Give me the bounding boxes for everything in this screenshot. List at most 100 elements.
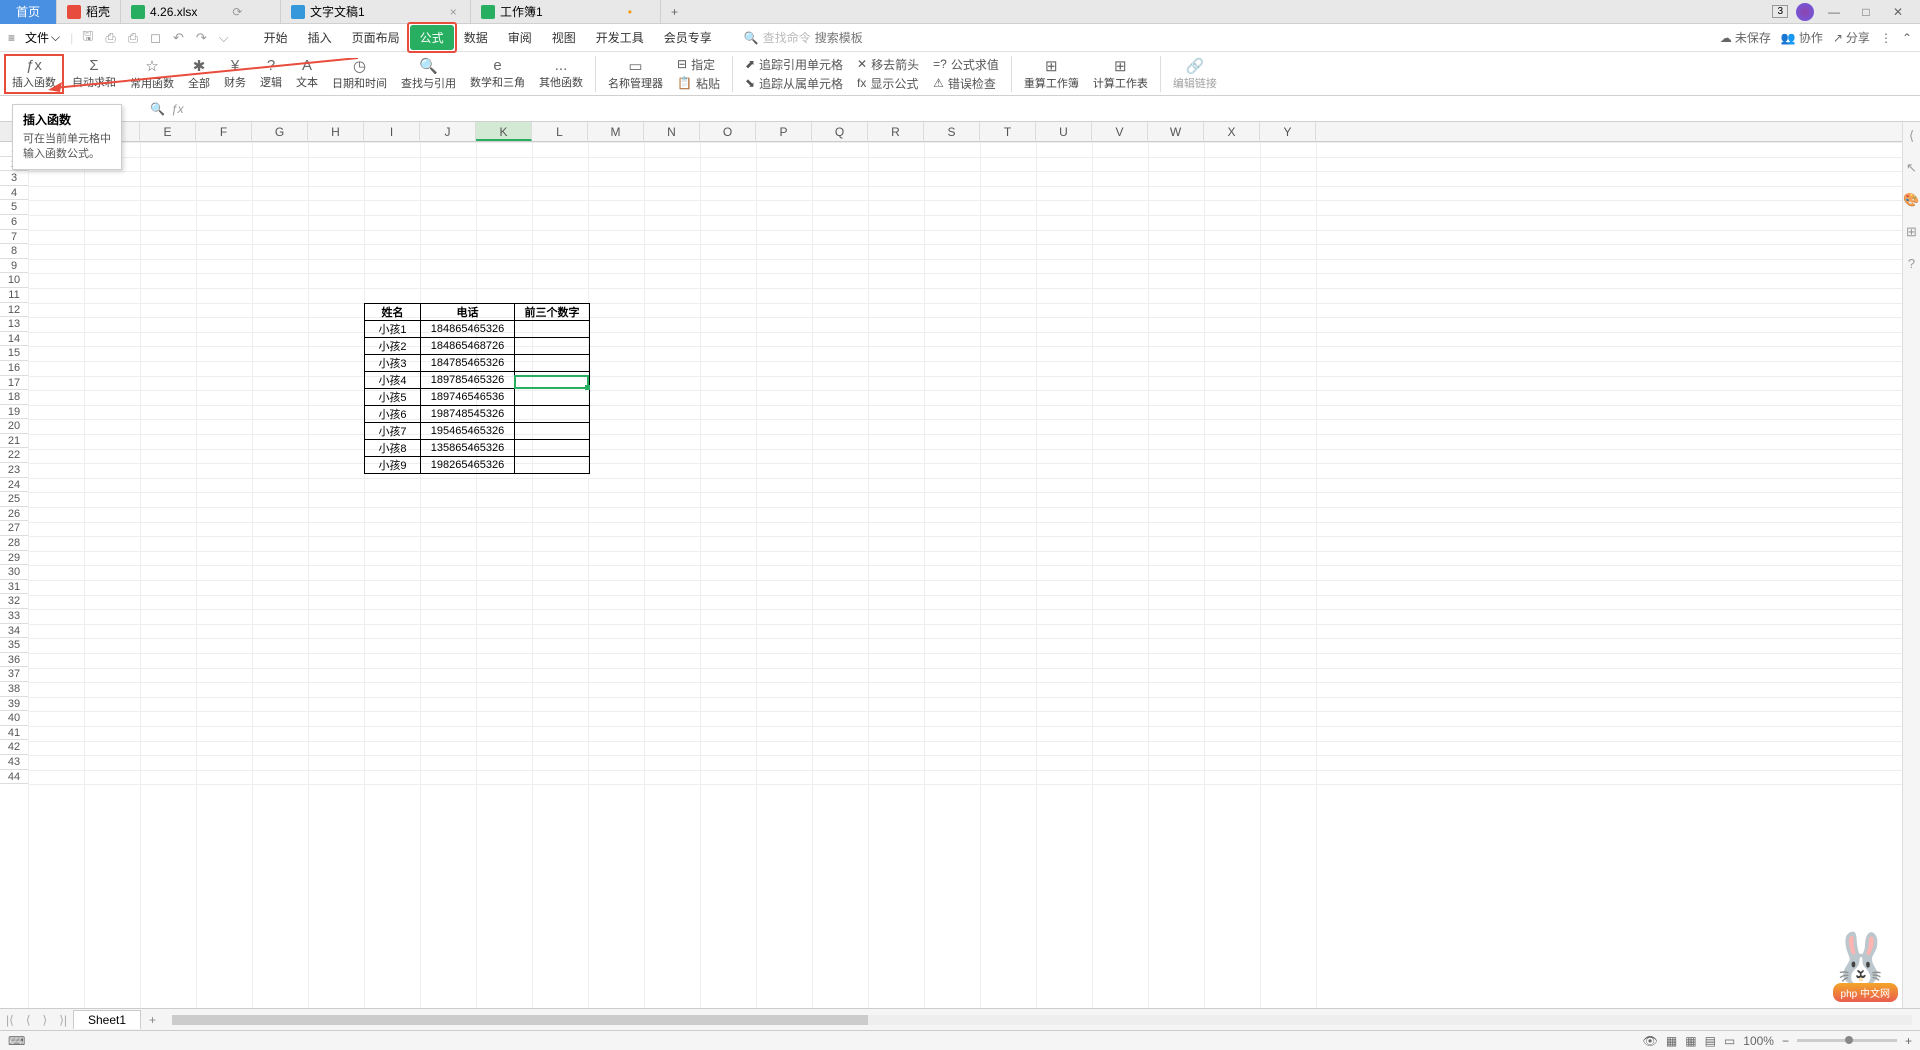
doc-tab-2[interactable]: 文字文稿1× xyxy=(281,0,471,24)
show-formula-button[interactable]: fx显示公式 xyxy=(857,75,919,92)
row-header-38[interactable]: 38 xyxy=(0,682,28,697)
name-manager-button[interactable]: ▭名称管理器 xyxy=(602,54,669,94)
col-header-N[interactable]: N xyxy=(644,122,700,141)
print-icon[interactable]: ⎙ xyxy=(125,30,141,46)
user-avatar[interactable] xyxy=(1796,3,1814,21)
col-header-F[interactable]: F xyxy=(196,122,252,141)
col-header-W[interactable]: W xyxy=(1148,122,1204,141)
table-cell[interactable]: 135865465326 xyxy=(421,439,515,456)
col-header-J[interactable]: J xyxy=(420,122,476,141)
coop-button[interactable]: 👥协作 xyxy=(1781,29,1823,46)
maximize-button[interactable]: □ xyxy=(1854,2,1878,22)
eye-icon[interactable]: 👁 xyxy=(1643,1034,1658,1048)
row-header-5[interactable]: 5 xyxy=(0,200,28,215)
row-header-25[interactable]: 25 xyxy=(0,492,28,507)
sheet-nav-prev[interactable]: ⟨ xyxy=(20,1013,37,1027)
text-fn-button[interactable]: A文本 xyxy=(290,54,324,94)
table-cell[interactable]: 小孩3 xyxy=(365,354,421,371)
table-cell[interactable]: 184785465326 xyxy=(421,354,515,371)
finance-fn-button[interactable]: ¥财务 xyxy=(218,54,252,94)
help-panel-icon[interactable]: ? xyxy=(1908,256,1915,271)
row-header-36[interactable]: 36 xyxy=(0,653,28,668)
sheet-nav-next[interactable]: ⟩ xyxy=(37,1013,54,1027)
paste-name-button[interactable]: 📋粘贴 xyxy=(677,75,720,92)
table-cell[interactable] xyxy=(515,439,590,456)
table-cell[interactable]: 小孩6 xyxy=(365,405,421,422)
row-header-14[interactable]: 14 xyxy=(0,332,28,347)
col-header-P[interactable]: P xyxy=(756,122,812,141)
formula-eval-button[interactable]: =?公式求值 xyxy=(933,56,999,73)
row-header-30[interactable]: 30 xyxy=(0,565,28,580)
recalc-button[interactable]: ⊞重算工作簿 xyxy=(1018,54,1085,94)
notification-badge[interactable]: 3 xyxy=(1772,5,1788,18)
table-cell[interactable] xyxy=(515,371,590,388)
save-icon[interactable]: 🖫 xyxy=(79,27,96,49)
menu-tab-开始[interactable]: 开始 xyxy=(254,25,298,50)
sheet-nav-first[interactable]: |⟨ xyxy=(0,1013,20,1027)
col-header-I[interactable]: I xyxy=(364,122,420,141)
table-cell[interactable]: 小孩8 xyxy=(365,439,421,456)
table-cell[interactable]: 189746546536 xyxy=(421,388,515,405)
command-search[interactable]: 🔍 查找命令 xyxy=(744,29,935,46)
cell-grid[interactable]: 姓名电话前三个数字小孩1184865465326小孩2184865468726小… xyxy=(28,142,1902,1008)
error-check-button[interactable]: ⚠错误检查 xyxy=(933,75,999,92)
row-header-37[interactable]: 37 xyxy=(0,667,28,682)
menu-tab-会员专享[interactable]: 会员专享 xyxy=(654,25,722,50)
assign-button[interactable]: ⊟指定 xyxy=(677,56,720,73)
row-header-33[interactable]: 33 xyxy=(0,609,28,624)
row-header-24[interactable]: 24 xyxy=(0,478,28,493)
select-tool-icon[interactable]: ↖ xyxy=(1906,160,1917,176)
doc-tab-0[interactable]: 稻壳 xyxy=(57,0,121,24)
undo-icon[interactable]: ↶ xyxy=(170,30,187,46)
home-tab[interactable]: 首页 xyxy=(0,0,57,24)
remove-arrow-button[interactable]: ✕移去箭头 xyxy=(857,56,919,73)
menu-tab-页面布局[interactable]: 页面布局 xyxy=(342,25,410,50)
col-header-G[interactable]: G xyxy=(252,122,308,141)
row-header-6[interactable]: 6 xyxy=(0,215,28,230)
col-header-V[interactable]: V xyxy=(1092,122,1148,141)
col-header-X[interactable]: X xyxy=(1204,122,1260,141)
zoom-fb-icon[interactable]: 🔍 xyxy=(150,102,165,116)
row-header-34[interactable]: 34 xyxy=(0,624,28,639)
row-header-41[interactable]: 41 xyxy=(0,726,28,741)
style-panel-icon[interactable]: 🎨 xyxy=(1903,192,1919,208)
lookup-fn-button[interactable]: 🔍查找与引用 xyxy=(395,54,462,94)
print-preview-icon[interactable]: ⎙ xyxy=(102,30,118,46)
row-header-22[interactable]: 22 xyxy=(0,448,28,463)
minimize-button[interactable]: — xyxy=(1822,2,1846,22)
table-cell[interactable]: 195465465326 xyxy=(421,422,515,439)
new-tab-button[interactable]: + xyxy=(661,5,688,19)
col-header-O[interactable]: O xyxy=(700,122,756,141)
hamburger-icon[interactable]: ≡ xyxy=(8,31,15,45)
col-header-K[interactable]: K xyxy=(476,122,532,141)
row-header-31[interactable]: 31 xyxy=(0,580,28,595)
row-header-10[interactable]: 10 xyxy=(0,273,28,288)
table-cell[interactable]: 小孩5 xyxy=(365,388,421,405)
row-header-11[interactable]: 11 xyxy=(0,288,28,303)
autosum-button[interactable]: Σ自动求和 xyxy=(66,54,122,94)
table-cell[interactable] xyxy=(515,422,590,439)
col-header-S[interactable]: S xyxy=(924,122,980,141)
sheet-nav-last[interactable]: ⟩| xyxy=(53,1013,73,1027)
reading-view-icon[interactable]: ▭ xyxy=(1724,1034,1735,1048)
zoom-value[interactable]: 100% xyxy=(1743,1034,1774,1048)
table-cell[interactable] xyxy=(515,320,590,337)
math-fn-button[interactable]: e数学和三角 xyxy=(464,54,531,94)
row-header-13[interactable]: 13 xyxy=(0,317,28,332)
file-menu[interactable]: 文件 ⌵ xyxy=(21,27,64,48)
row-header-42[interactable]: 42 xyxy=(0,740,28,755)
col-header-H[interactable]: H xyxy=(308,122,364,141)
table-cell[interactable]: 小孩2 xyxy=(365,337,421,354)
row-header-35[interactable]: 35 xyxy=(0,638,28,653)
template-search-input[interactable] xyxy=(815,31,935,45)
more-menu[interactable]: ⋮ xyxy=(1880,31,1892,45)
table-cell[interactable]: 189785465326 xyxy=(421,371,515,388)
sheet-tab[interactable]: Sheet1 xyxy=(73,1010,141,1029)
table-cell[interactable]: 小孩9 xyxy=(365,456,421,473)
redo-icon[interactable]: ↷ xyxy=(193,30,210,46)
row-header-15[interactable]: 15 xyxy=(0,346,28,361)
qat-dropdown[interactable]: ⌵ xyxy=(216,30,232,46)
page-view-icon[interactable]: ▤ xyxy=(1705,1034,1716,1048)
col-header-Y[interactable]: Y xyxy=(1260,122,1316,141)
row-header-32[interactable]: 32 xyxy=(0,594,28,609)
